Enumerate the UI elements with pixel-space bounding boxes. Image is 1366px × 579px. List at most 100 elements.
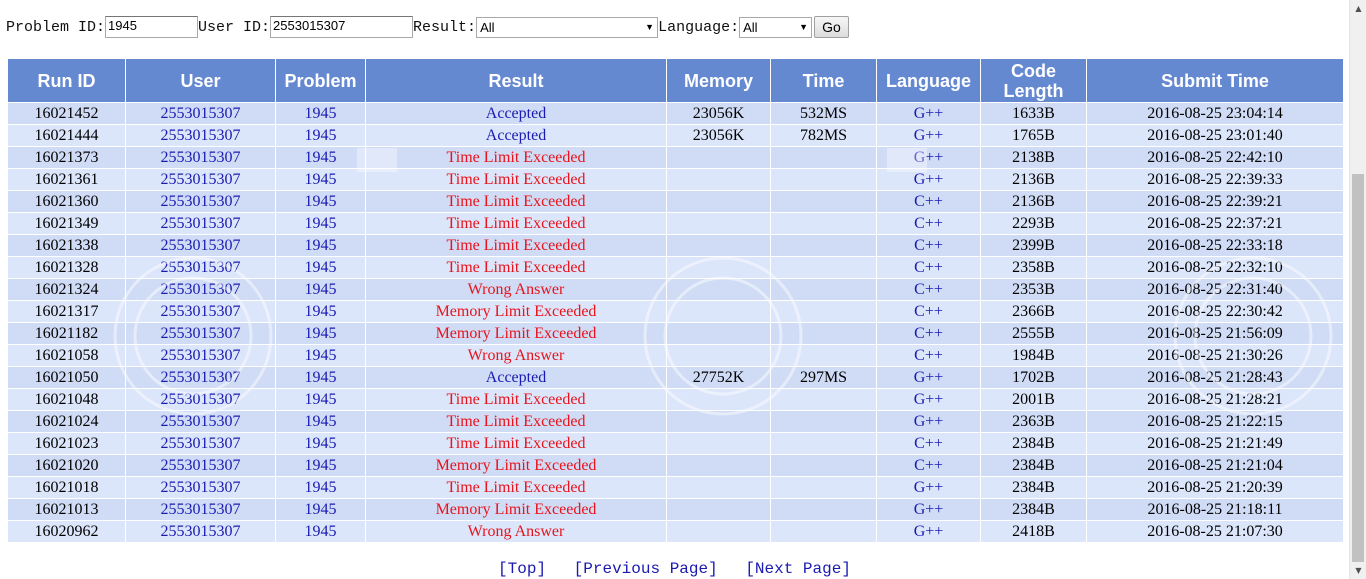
language-link[interactable]: G++ [876,146,981,169]
user-link[interactable]: 2553015307 [125,388,276,411]
code-length-link[interactable]: 2418B [980,520,1087,542]
language-link[interactable]: C++ [876,322,981,345]
problem-link[interactable]: 1945 [275,256,366,279]
code-length-link[interactable]: 1702B [980,366,1087,389]
code-length-link[interactable]: 2384B [980,432,1087,455]
result-cell[interactable]: Time Limit Exceeded [365,432,667,455]
result-cell[interactable]: Accepted [365,102,667,125]
language-link[interactable]: G++ [876,388,981,411]
result-cell[interactable]: Wrong Answer [365,278,667,301]
user-link[interactable]: 2553015307 [125,410,276,433]
problem-id-input[interactable]: 1945 [105,16,199,38]
language-link[interactable]: G++ [876,366,981,389]
language-link[interactable]: G++ [876,520,981,542]
result-cell[interactable]: Time Limit Exceeded [365,212,667,235]
code-length-link[interactable]: 2138B [980,146,1087,169]
code-length-link[interactable]: 1984B [980,344,1087,367]
result-cell[interactable]: Accepted [365,124,667,147]
code-length-link[interactable]: 2555B [980,322,1087,345]
problem-link[interactable]: 1945 [275,278,366,301]
user-link[interactable]: 2553015307 [125,322,276,345]
result-cell[interactable]: Wrong Answer [365,520,667,542]
problem-link[interactable]: 1945 [275,300,366,323]
user-link[interactable]: 2553015307 [125,234,276,257]
problem-link[interactable]: 1945 [275,168,366,191]
code-length-link[interactable]: 2293B [980,212,1087,235]
result-cell[interactable]: Time Limit Exceeded [365,256,667,279]
language-link[interactable]: C++ [876,454,981,477]
user-link[interactable]: 2553015307 [125,102,276,125]
problem-link[interactable]: 1945 [275,476,366,499]
user-link[interactable]: 2553015307 [125,190,276,213]
problem-link[interactable]: 1945 [275,366,366,389]
code-length-link[interactable]: 2399B [980,234,1087,257]
user-link[interactable]: 2553015307 [125,366,276,389]
problem-link[interactable]: 1945 [275,432,366,455]
scrollbar-thumb[interactable] [1352,174,1364,562]
language-select[interactable]: All ▼ [739,16,813,38]
user-link[interactable]: 2553015307 [125,476,276,499]
language-link[interactable]: G++ [876,410,981,433]
user-link[interactable]: 2553015307 [125,168,276,191]
user-link[interactable]: 2553015307 [125,344,276,367]
language-link[interactable]: G++ [876,476,981,499]
user-link[interactable]: 2553015307 [125,432,276,455]
code-length-link[interactable]: 2384B [980,498,1087,521]
user-link[interactable]: 2553015307 [125,498,276,521]
code-length-link[interactable]: 2366B [980,300,1087,323]
result-cell[interactable]: Time Limit Exceeded [365,410,667,433]
user-link[interactable]: 2553015307 [125,454,276,477]
result-cell[interactable]: Memory Limit Exceeded [365,322,667,345]
result-cell[interactable]: Time Limit Exceeded [365,388,667,411]
code-length-link[interactable]: 2136B [980,190,1087,213]
result-cell[interactable]: Time Limit Exceeded [365,168,667,191]
problem-link[interactable]: 1945 [275,234,366,257]
code-length-link[interactable]: 2384B [980,454,1087,477]
result-cell[interactable]: Accepted [365,366,667,389]
top-link[interactable]: [Top] [498,560,546,578]
language-link[interactable]: C++ [876,256,981,279]
code-length-link[interactable]: 2353B [980,278,1087,301]
language-link[interactable]: G++ [876,124,981,147]
problem-link[interactable]: 1945 [275,102,366,125]
code-length-link[interactable]: 2001B [980,388,1087,411]
language-link[interactable]: G++ [876,498,981,521]
user-link[interactable]: 2553015307 [125,300,276,323]
user-link[interactable]: 2553015307 [125,124,276,147]
language-link[interactable]: C++ [876,234,981,257]
result-cell[interactable]: Memory Limit Exceeded [365,300,667,323]
user-link[interactable]: 2553015307 [125,256,276,279]
result-cell[interactable]: Memory Limit Exceeded [365,498,667,521]
result-cell[interactable]: Time Limit Exceeded [365,234,667,257]
language-link[interactable]: C++ [876,432,981,455]
code-length-link[interactable]: 2136B [980,168,1087,191]
user-link[interactable]: 2553015307 [125,146,276,169]
problem-link[interactable]: 1945 [275,322,366,345]
code-length-link[interactable]: 2384B [980,476,1087,499]
scroll-up-icon[interactable]: ▲ [1350,0,1366,17]
user-id-input[interactable]: 2553015307 [270,16,414,38]
user-link[interactable]: 2553015307 [125,520,276,542]
code-length-link[interactable]: 2363B [980,410,1087,433]
go-button[interactable]: Go [814,16,849,38]
scroll-down-icon[interactable]: ▼ [1350,562,1366,579]
language-link[interactable]: C++ [876,300,981,323]
language-link[interactable]: C++ [876,278,981,301]
problem-link[interactable]: 1945 [275,454,366,477]
result-select[interactable]: All ▼ [476,16,659,38]
problem-link[interactable]: 1945 [275,190,366,213]
problem-link[interactable]: 1945 [275,388,366,411]
problem-link[interactable]: 1945 [275,124,366,147]
user-link[interactable]: 2553015307 [125,278,276,301]
problem-link[interactable]: 1945 [275,520,366,542]
problem-link[interactable]: 1945 [275,498,366,521]
code-length-link[interactable]: 2358B [980,256,1087,279]
user-link[interactable]: 2553015307 [125,212,276,235]
code-length-link[interactable]: 1633B [980,102,1087,125]
next-page-link[interactable]: [Next Page] [745,560,851,578]
result-cell[interactable]: Time Limit Exceeded [365,146,667,169]
problem-link[interactable]: 1945 [275,146,366,169]
result-cell[interactable]: Time Limit Exceeded [365,190,667,213]
problem-link[interactable]: 1945 [275,344,366,367]
previous-page-link[interactable]: [Previous Page] [574,560,718,578]
